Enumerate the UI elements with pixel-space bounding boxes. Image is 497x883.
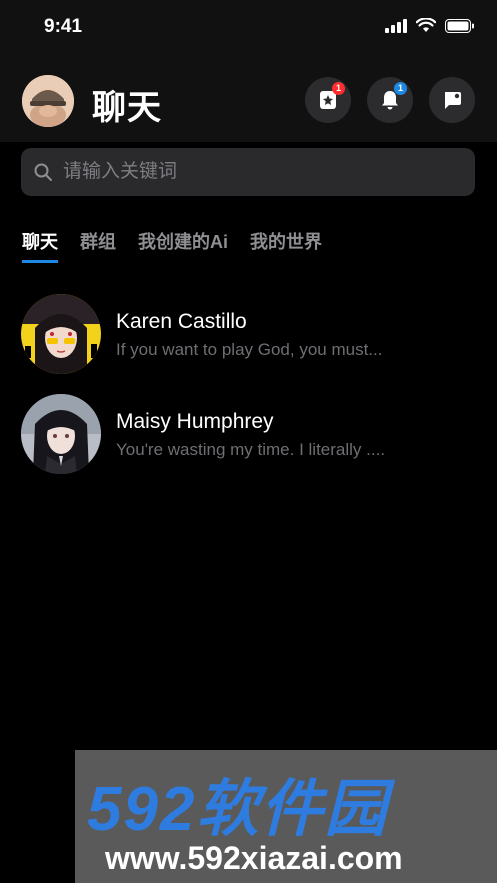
chat-name: Karen Castillo [116,310,247,333]
tab-chat[interactable]: 聊天 [22,228,58,263]
chat-list-item[interactable]: Maisy Humphrey You're wasting my time. I… [0,390,497,490]
tab-my-ai[interactable]: 我创建的Ai [138,228,228,263]
wifi-icon [416,18,436,32]
watermark-url: www.592xiazai.com [105,840,403,876]
watermark-brand: 592软件园 [87,775,389,844]
notification-badge: 1 [394,82,407,95]
battery-icon [445,18,474,33]
tab-my-world[interactable]: 我的世界 [250,228,322,263]
status-icons [385,18,475,33]
chat-list-item[interactable]: Karen Castillo If you want to play God, … [0,290,497,390]
tab-bar: 聊天 群组 我创建的Ai 我的世界 [22,228,322,263]
search-input[interactable] [61,160,445,184]
star-list-button[interactable]: 1 [305,77,351,123]
chat-list: Karen Castillo If you want to play God, … [0,290,497,490]
chat-name: Maisy Humphrey [116,410,274,433]
search-bar[interactable] [21,148,475,196]
page-title: 聊天 [92,89,162,127]
status-bar: 9:41 [0,0,497,54]
cellular-signal-icon [385,18,407,33]
chat-preview: You're wasting my time. I literally .... [116,440,386,459]
chat-avatar [21,394,101,474]
status-time: 9:41 [44,16,83,37]
chat-avatar [21,294,101,374]
tab-groups[interactable]: 群组 [80,228,116,263]
chat-preview: If you want to play God, you must... [116,340,383,359]
new-message-button[interactable] [429,77,475,123]
notifications-button[interactable]: 1 [367,77,413,123]
header: 聊天 1 1 [0,54,497,142]
profile-avatar[interactable] [22,75,74,127]
watermark: 592软件园 www.592xiazai.com [75,750,497,883]
star-list-badge: 1 [332,82,345,95]
search-icon [34,163,52,181]
flag-message-icon [445,92,461,109]
